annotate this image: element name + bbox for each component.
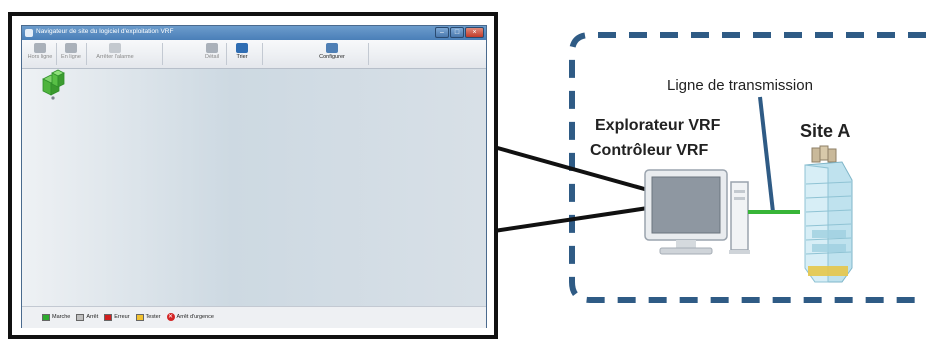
configure-label: Configurer — [319, 54, 345, 60]
app-icon — [25, 29, 33, 37]
stop-alarm-label: Arrêter l'alarme — [96, 54, 134, 60]
site-boundary-dashed — [569, 32, 926, 303]
legend-item-arret-urgence: ✕ Arrêt d'urgence — [166, 313, 214, 321]
callout-frame: Navigateur de site du logiciel d'exploit… — [8, 12, 498, 339]
legend-label-marche: Marche — [52, 314, 71, 320]
offline-icon — [34, 43, 46, 53]
sort-label: Trier — [236, 54, 248, 60]
site-label: Site A — [800, 121, 851, 141]
legend-swatch-erreur — [104, 313, 113, 321]
configure-icon — [326, 43, 338, 53]
legend-item-arret: Arrêt — [76, 313, 99, 321]
online-label: En ligne — [61, 54, 81, 60]
configure-button[interactable]: Configurer — [312, 42, 352, 66]
legend-label-arret: Arrêt — [86, 314, 99, 320]
controller-label-line1: Explorateur VRF — [595, 117, 721, 134]
site-workspace — [22, 69, 486, 306]
close-button[interactable]: × — [465, 27, 484, 38]
legend-swatch-arret — [76, 313, 85, 321]
title-bar[interactable]: Navigateur de site du logiciel d'exploit… — [22, 26, 486, 40]
pc-monitor-icon — [644, 169, 728, 255]
transmission-pointer-line — [758, 96, 775, 213]
pc-tower-icon — [729, 181, 750, 254]
legend-item-erreur: Erreur — [104, 313, 130, 321]
detail-icon — [206, 43, 218, 53]
legend-label-erreur: Erreur — [114, 314, 130, 320]
online-icon — [65, 43, 77, 53]
legend-item-marche: Marche — [42, 313, 71, 321]
toolbar: Hors ligne En ligne Arrêter l'alarme Dét… — [22, 40, 486, 69]
legend-label-tester: Tester — [145, 314, 161, 320]
maximize-button[interactable]: □ — [450, 27, 464, 38]
detail-label: Détail — [204, 54, 220, 60]
site-building-icon[interactable] — [39, 69, 69, 101]
detail-button[interactable]: Détail — [200, 42, 224, 66]
legend-swatch-tester — [135, 313, 144, 321]
stop-alarm-button[interactable]: Arrêter l'alarme — [90, 42, 140, 66]
sort-button[interactable]: Trier — [230, 42, 254, 66]
stop-alarm-icon — [109, 43, 121, 53]
legend-item-tester: Tester — [135, 313, 161, 321]
status-legend: Marche Arrêt Erreur Tester ✕ Arrêt d'urg… — [42, 313, 214, 321]
offline-label: Hors ligne — [27, 54, 53, 60]
transmission-line-label: Ligne de transmission — [667, 77, 813, 94]
app-window: Navigateur de site du logiciel d'exploit… — [21, 25, 487, 328]
controller-label-line2: Contrôleur VRF — [590, 142, 709, 159]
minimize-button[interactable]: – — [435, 27, 449, 38]
legend-swatch-marche — [42, 313, 50, 321]
offline-button[interactable]: Hors ligne — [26, 42, 54, 66]
building-icon — [804, 145, 853, 283]
window-title: Navigateur de site du logiciel d'exploit… — [36, 28, 174, 35]
status-bar: Marche Arrêt Erreur Tester ✕ Arrêt d'urg… — [22, 306, 486, 328]
emergency-stop-icon: ✕ — [166, 313, 175, 321]
sort-icon — [236, 43, 248, 53]
legend-label-arret-urgence: Arrêt d'urgence — [176, 314, 214, 320]
online-button[interactable]: En ligne — [58, 42, 84, 66]
